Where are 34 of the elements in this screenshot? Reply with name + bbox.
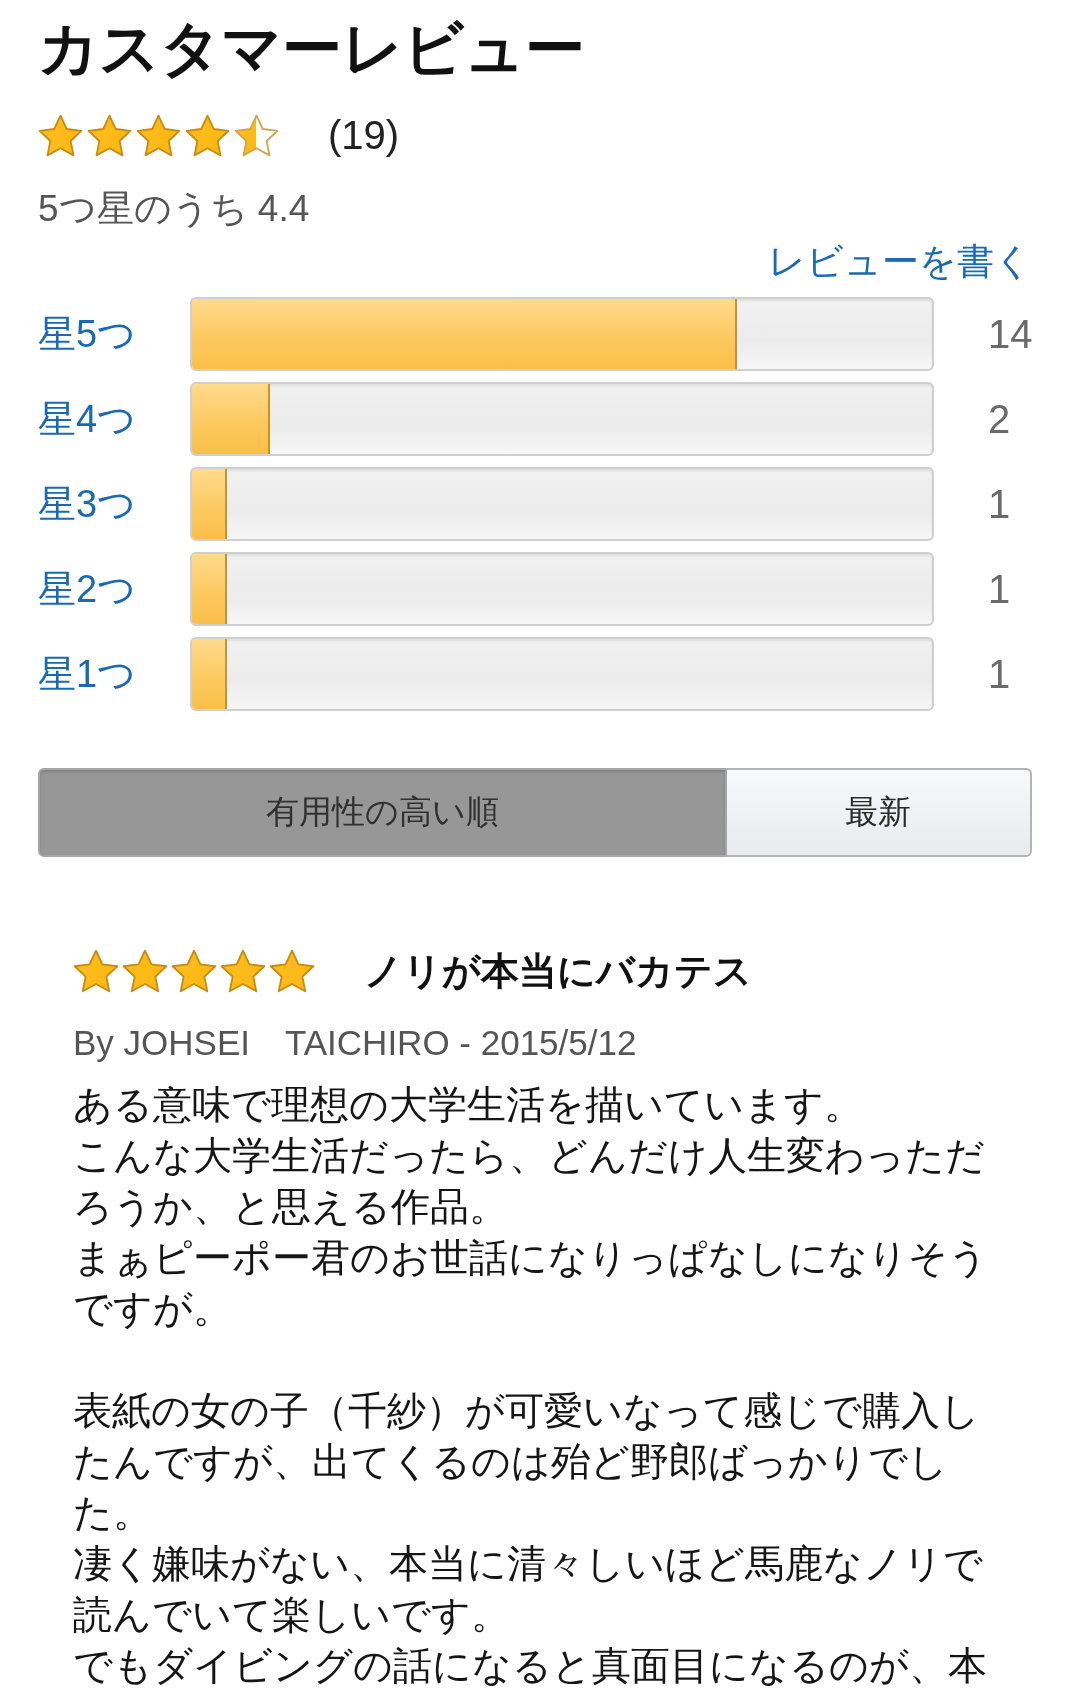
star-icon [220,949,266,993]
star-icon [87,114,132,157]
rating-count: (19) [328,113,400,158]
review-title: ノリが本当にバカテス [364,949,752,994]
star-filter-link[interactable]: 星1つ [38,652,137,696]
review-count: 2 [988,397,1011,441]
star-filter-link[interactable]: 星2つ [38,567,137,611]
review-text: 表紙の女の子（千紗）が可愛いなって感じで購入したんですが、出てくるのは殆ど野郎ばっかりでした。 [73,1388,981,1536]
star-icon [171,949,217,993]
star-icon [38,114,83,157]
star-icon [122,949,168,993]
star-icon [185,114,230,157]
star-filter-link[interactable]: 星4つ [38,397,137,441]
sort-tab[interactable]: 最新 [726,768,1032,857]
review-text: まぁピーポー君のお世話になりっぱなしになりそうですが。 [73,1235,989,1332]
review-text: ある意味で理想の大学生活を描いています。 [73,1082,864,1128]
review-count: 1 [988,567,1011,611]
star-filter-link[interactable]: 星5つ [38,312,137,356]
half-star-icon [234,114,279,157]
review-text: こんな大学生活だったら、どんだけ人生変わっただろうか、と思える作品。 [73,1133,986,1230]
star-icon [269,949,315,993]
sort-tab[interactable]: 有用性の高い順 [38,768,727,857]
review-count: 1 [988,652,1011,696]
write-review-link[interactable]: レビューを書く [768,242,1032,282]
review-byline: By JOHSEI TAICHIRO - 2015/5/12 [73,1023,637,1063]
star-icon [136,114,181,157]
star-filter-link[interactable]: 星3つ [38,482,137,526]
review-count: 14 [988,312,1033,356]
average-rating: 5つ星のうち 4.4 [38,189,310,229]
review-text: 凄く嫌味がない、本当に清々しいほど馬鹿なノリで読んでいて楽しいです。 [73,1541,984,1638]
star-icon [73,949,119,993]
page-title: カスタマーレビュー [38,19,585,79]
review-text: でもダイビングの話になると真面目になるのが、本 [73,1643,988,1689]
review-count: 1 [988,482,1011,526]
